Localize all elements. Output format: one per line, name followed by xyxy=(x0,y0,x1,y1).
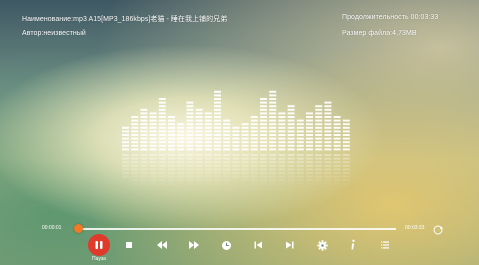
visualizer-bar xyxy=(306,112,313,185)
fast-forward-icon xyxy=(189,241,199,249)
visualizer-bar xyxy=(177,123,185,182)
clock-icon xyxy=(221,240,231,250)
total-time: 00:03:33 xyxy=(405,225,425,231)
info-icon xyxy=(351,239,355,250)
visualizer-bar xyxy=(241,123,249,182)
timer-button[interactable] xyxy=(218,237,234,253)
visualizer-bar xyxy=(342,119,350,185)
visualizer-bar xyxy=(287,105,295,185)
visualizer-bar xyxy=(232,126,240,178)
pause-label: Пауза xyxy=(92,256,106,262)
pause-button[interactable] xyxy=(88,234,110,256)
rewind-button[interactable] xyxy=(154,237,170,253)
gear-icon xyxy=(316,239,328,251)
seek-knob[interactable] xyxy=(73,224,83,233)
visualizer-bar xyxy=(168,116,175,185)
visualizer-bar xyxy=(140,108,148,185)
playlist-button[interactable] xyxy=(377,237,393,253)
visualizer-bar xyxy=(333,116,341,185)
list-icon xyxy=(381,241,389,249)
settings-button[interactable] xyxy=(314,237,330,253)
skip-next-icon xyxy=(286,241,294,249)
visualizer-bar xyxy=(131,116,139,185)
visualizer-bar xyxy=(204,112,212,185)
visualizer-bar xyxy=(269,90,277,185)
visualizer-bar xyxy=(260,98,267,185)
pause-icon xyxy=(95,241,103,249)
seek-track[interactable] xyxy=(76,228,396,230)
visualizer-bar xyxy=(296,119,304,185)
visualizer-bar xyxy=(158,98,166,185)
visualizer-bar xyxy=(223,119,231,185)
info-button[interactable] xyxy=(345,237,361,253)
visualizer-bar xyxy=(250,116,258,185)
transport-controls xyxy=(0,234,479,256)
fast-forward-button[interactable] xyxy=(186,237,202,253)
visualizer-bar xyxy=(195,108,203,185)
elapsed-time: 00:00:01 xyxy=(42,225,62,231)
next-track-button[interactable] xyxy=(282,237,298,253)
visualizer-bar xyxy=(214,90,221,185)
visualizer-bar xyxy=(122,126,129,178)
visualizer-bar xyxy=(186,101,194,185)
rewind-icon xyxy=(157,241,167,249)
skip-previous-icon xyxy=(254,241,262,249)
visualizer-bar xyxy=(315,105,323,185)
visualizer-bar xyxy=(278,112,286,185)
visualizer-bar xyxy=(324,101,332,185)
stop-icon xyxy=(126,242,132,248)
stop-button[interactable] xyxy=(121,237,137,253)
previous-track-button[interactable] xyxy=(250,237,266,253)
visualizer-bar xyxy=(149,112,157,185)
